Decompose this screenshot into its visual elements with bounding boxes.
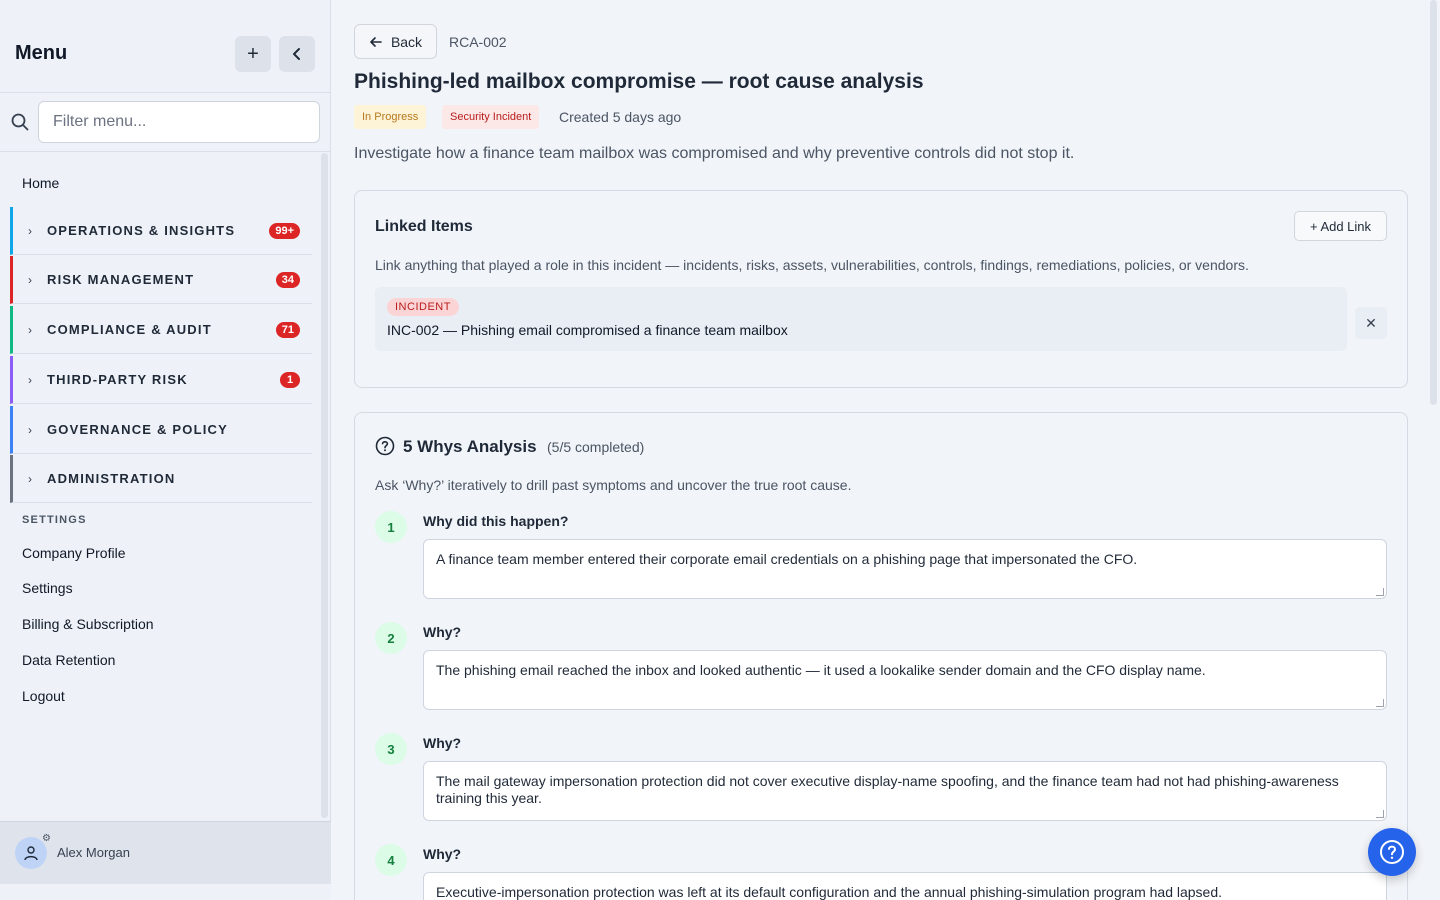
remove-link-button[interactable]: ✕: [1355, 307, 1387, 339]
why-step-number: 2: [375, 622, 407, 654]
sidebar-group-governance[interactable]: › GOVERNANCE & POLICY: [10, 406, 312, 454]
sidebar-item-company-profile[interactable]: Company Profile: [22, 545, 126, 561]
resize-handle-icon[interactable]: [1376, 699, 1384, 707]
help-button[interactable]: [1368, 828, 1416, 876]
resize-handle-icon[interactable]: [1376, 588, 1384, 596]
chevron-left-icon: [293, 48, 300, 60]
sidebar-group-risk[interactable]: › RISK MANAGEMENT 34: [10, 256, 312, 304]
help-icon: [1380, 840, 1404, 864]
back-label: Back: [390, 33, 423, 50]
why-step-number: 4: [375, 844, 407, 876]
rca-id: RCA-002: [449, 34, 507, 50]
sidebar-item-settings[interactable]: Settings: [22, 580, 73, 596]
count-badge: 1: [280, 371, 300, 388]
main-scrollbar[interactable]: [1430, 0, 1437, 405]
sidebar-group-label: RISK MANAGEMENT: [47, 272, 195, 287]
linked-item-label: INC-002 — Phishing email compromised a f…: [387, 322, 788, 338]
filter-menu-input[interactable]: [38, 101, 320, 143]
back-button[interactable]: Back: [354, 24, 437, 59]
user-name: Alex Morgan: [57, 845, 130, 860]
chevron-right-icon: ›: [28, 422, 32, 437]
add-menu-button[interactable]: +: [235, 36, 271, 72]
created-timestamp: Created 5 days ago: [559, 109, 682, 125]
user-icon: [24, 846, 38, 861]
user-footer[interactable]: ⚙ Alex Morgan: [0, 821, 331, 884]
chevron-right-icon: ›: [28, 223, 32, 238]
sidebar-header: Menu +: [0, 0, 330, 93]
resize-handle-icon[interactable]: [1376, 810, 1384, 818]
why-answer-text: The phishing email reached the inbox and…: [436, 662, 1206, 678]
sidebar-group-administration[interactable]: › ADMINISTRATION: [10, 455, 312, 503]
why-answer-text: A finance team member entered their corp…: [436, 551, 1138, 567]
sidebar-group-third-party[interactable]: › THIRD-PARTY RISK 1: [10, 356, 312, 404]
why-step-number: 3: [375, 733, 407, 765]
five-whys-title: 5 Whys Analysis: [403, 437, 537, 456]
page-description: Investigate how a finance team mailbox w…: [354, 145, 1075, 162]
close-icon: ✕: [1365, 314, 1377, 331]
status-badge: In Progress: [354, 105, 427, 129]
chevron-right-icon: ›: [28, 372, 32, 387]
sidebar-item-home[interactable]: Home: [22, 175, 59, 191]
sidebar-group-label: ADMINISTRATION: [47, 471, 176, 486]
why-answer-textarea[interactable]: Executive-impersonation protection was l…: [423, 872, 1387, 900]
sidebar-item-billing[interactable]: Billing & Subscription: [22, 616, 154, 632]
why-answer-textarea[interactable]: The phishing email reached the inbox and…: [423, 650, 1387, 710]
main-content: Back RCA-002 Phishing-led mailbox compro…: [331, 0, 1440, 900]
type-badge: Security Incident: [442, 105, 540, 129]
avatar[interactable]: ⚙: [15, 833, 51, 869]
sidebar-title: Menu: [15, 42, 68, 64]
sidebar: Menu + Home › OPERATIONS & INSIGHTS 99+ …: [0, 0, 331, 900]
five-whys-progress: (5/5 completed): [547, 439, 645, 455]
linked-item-type-badge: INCIDENT: [387, 298, 459, 316]
chevron-right-icon: ›: [28, 272, 32, 287]
linked-items-title: Linked Items: [375, 218, 473, 235]
plus-icon: +: [247, 42, 259, 65]
page-title: Phishing-led mailbox compromise — root c…: [354, 70, 924, 93]
collapse-sidebar-button[interactable]: [279, 36, 315, 72]
why-answer-text: Executive-impersonation protection was l…: [436, 884, 1223, 900]
why-question: Why?: [423, 624, 462, 640]
arrow-left-icon: [370, 36, 382, 47]
why-answer-textarea[interactable]: A finance team member entered their corp…: [423, 539, 1387, 599]
sidebar-nav: Home › OPERATIONS & INSIGHTS 99+ › RISK …: [0, 153, 331, 821]
why-answer-text: The mail gateway impersonation protectio…: [436, 773, 1339, 806]
sidebar-group-operations[interactable]: › OPERATIONS & INSIGHTS 99+: [10, 207, 312, 255]
why-step-number: 1: [375, 511, 407, 543]
sidebar-item-data-retention[interactable]: Data Retention: [22, 652, 115, 668]
sidebar-bottom: [0, 884, 331, 900]
five-whys-card: 5 Whys Analysis (5/5 completed) Ask ‘Why…: [354, 412, 1408, 900]
chevron-right-icon: ›: [28, 322, 32, 337]
question-circle-icon: [375, 436, 395, 456]
add-link-button[interactable]: + Add Link: [1294, 211, 1387, 241]
sidebar-filter: [0, 93, 330, 152]
why-answer-textarea[interactable]: The mail gateway impersonation protectio…: [423, 761, 1387, 821]
sidebar-item-logout[interactable]: Logout: [22, 688, 65, 704]
count-badge: 99+: [269, 222, 300, 239]
gear-icon: ⚙: [42, 833, 51, 844]
sidebar-scrollbar[interactable]: [321, 153, 328, 818]
why-question: Why?: [423, 846, 462, 862]
chevron-right-icon: ›: [28, 471, 32, 486]
linked-items-subtitle: Link anything that played a role in this…: [375, 257, 1249, 273]
sidebar-group-compliance[interactable]: › COMPLIANCE & AUDIT 71: [10, 306, 312, 354]
why-question: Why did this happen?: [423, 513, 569, 529]
why-question: Why?: [423, 735, 462, 751]
count-badge: 71: [275, 321, 300, 338]
count-badge: 34: [275, 271, 300, 288]
settings-section-heading: SETTINGS: [22, 514, 87, 526]
search-icon: [11, 113, 29, 131]
linked-items-card: Linked Items + Add Link Link anything th…: [354, 190, 1408, 388]
sidebar-group-label: COMPLIANCE & AUDIT: [47, 322, 212, 337]
sidebar-group-label: THIRD-PARTY RISK: [47, 372, 188, 387]
linked-item[interactable]: INCIDENT INC-002 — Phishing email compro…: [375, 287, 1347, 351]
five-whys-subtitle: Ask ‘Why?’ iteratively to drill past sym…: [375, 477, 852, 493]
sidebar-group-label: OPERATIONS & INSIGHTS: [47, 223, 236, 238]
sidebar-group-label: GOVERNANCE & POLICY: [47, 422, 228, 437]
